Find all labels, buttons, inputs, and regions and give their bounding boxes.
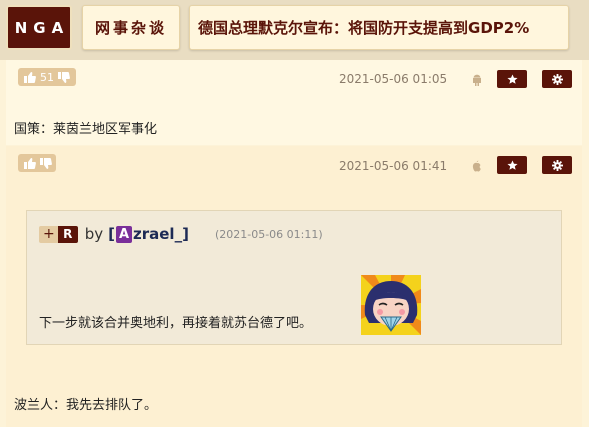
settings-button[interactable]: [542, 156, 572, 174]
quote-block: + R by [ A zrael_ ] (2021-05-06 01:11) 下…: [26, 210, 562, 345]
android-icon: [472, 74, 482, 86]
settings-button[interactable]: [542, 70, 572, 88]
post-1: 51 2021-05-06 01:05 国策：莱茵兰地区军事化: [6, 60, 582, 145]
user-badge: A: [116, 225, 132, 243]
breadcrumb-forum[interactable]: 网事杂谈: [82, 5, 180, 50]
star-icon: [506, 73, 518, 84]
star-icon: [506, 159, 518, 170]
gear-icon: [551, 159, 563, 171]
sticker-emoji: [361, 275, 421, 335]
top-navigation-bar: NGA 网事杂谈 德国总理默克尔宣布：将国防开支提高到GDP2%: [0, 0, 589, 60]
quote-header: + R by [ A zrael_ ] (2021-05-06 01:11): [39, 225, 323, 243]
thumbs-down-icon[interactable]: [40, 157, 52, 169]
quote-text: 下一步就该合并奥地利，再接着就苏台德了吧。: [39, 316, 313, 331]
thumbs-down-icon[interactable]: [58, 71, 70, 83]
vote-widget: [18, 154, 56, 172]
quoted-username[interactable]: [ A zrael_ ]: [108, 225, 189, 243]
favorite-button[interactable]: [497, 70, 527, 88]
thumbs-up-icon[interactable]: [24, 71, 36, 83]
username-open-bracket: [: [108, 225, 115, 243]
thumbs-up-icon[interactable]: [24, 157, 36, 169]
username-close-bracket: ]: [182, 225, 189, 243]
quote-plus-button[interactable]: +: [39, 225, 58, 243]
post-content: 波兰人：我先去排队了。: [14, 398, 158, 413]
post-content: 国策：莱茵兰地区军事化: [14, 122, 158, 137]
like-count: 51: [40, 70, 54, 84]
username-text: zrael_: [133, 225, 183, 243]
vote-widget: 51: [18, 68, 76, 86]
post-date: 2021-05-06 01:05: [339, 72, 448, 86]
post-2: 2021-05-06 01:41 + R by [ A zrael_] (20…: [6, 146, 582, 427]
quote-date: (2021-05-06 01:11): [214, 227, 323, 241]
nga-logo[interactable]: NGA: [6, 5, 72, 50]
apple-icon: [472, 160, 482, 172]
quote-by-label: by: [84, 225, 104, 243]
reply-tag[interactable]: R: [57, 225, 78, 243]
post-date: 2021-05-06 01:41: [339, 159, 448, 173]
gear-icon: [551, 73, 563, 85]
favorite-button[interactable]: [497, 156, 527, 174]
breadcrumb-topic-title[interactable]: 德国总理默克尔宣布：将国防开支提高到GDP2%: [189, 5, 569, 50]
